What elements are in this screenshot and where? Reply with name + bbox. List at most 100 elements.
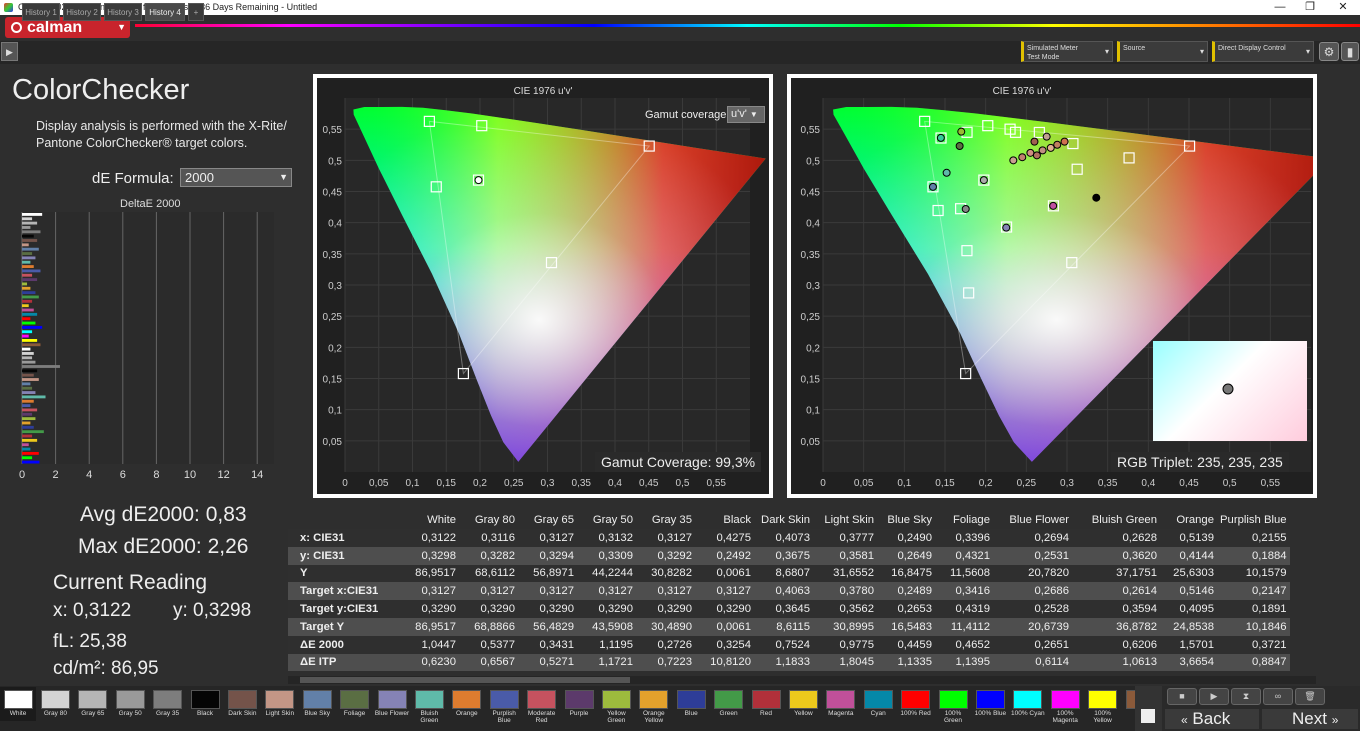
tab-history-3[interactable]: History 3: [104, 3, 142, 21]
table-row[interactable]: Target x:CIE31 0,3127 0,3127 0,3127 0,3127 0,…: [288, 582, 1290, 601]
table-cell: 0,7223: [636, 653, 695, 672]
swatch-color: [78, 690, 108, 709]
meter-select[interactable]: Simulated Meter Test Mode ▾: [1021, 41, 1113, 62]
x-tick: 0,2: [979, 478, 993, 489]
de-formula-select[interactable]: 2000 ▼: [180, 168, 292, 187]
table-row[interactable]: Target y:CIE31 0,3290 0,3290 0,3290 0,3290 0,…: [288, 600, 1290, 618]
loop-icon[interactable]: ∞: [1263, 688, 1293, 705]
swatch-gray-35[interactable]: Gray 35: [150, 687, 186, 721]
table-row[interactable]: x: CIE31 0,3122 0,3116 0,3127 0,3132 0,3127 0,…: [288, 529, 1290, 547]
swatch-label: 100% Red: [900, 710, 931, 717]
swatch-label: 100% Magenta: [1052, 710, 1078, 724]
swatch-blue-sky[interactable]: Blue Sky: [299, 687, 335, 721]
swatch-foliage[interactable]: Foliage: [337, 687, 373, 721]
swatch-red[interactable]: Red: [748, 687, 784, 721]
rgb-triplet-inset: [1153, 341, 1307, 441]
measured-point: [1053, 140, 1062, 149]
swatch-purplish-blue[interactable]: Purplish Blue: [486, 687, 522, 724]
swatch-bluish-green[interactable]: Bluish Green: [411, 687, 447, 724]
deltae-bar: [22, 260, 31, 264]
cie-title-right: CIE 1976 u'v': [992, 86, 1052, 97]
swatch-100-yellow[interactable]: 100% Yellow: [1085, 687, 1121, 724]
delete-icon[interactable]: 🗑: [1295, 688, 1325, 705]
table-cell: 10,8120: [695, 653, 754, 672]
swatch-moderate-red[interactable]: Moderate Red: [524, 687, 560, 724]
play-icon[interactable]: ▶: [1, 42, 18, 61]
swatch-100-red[interactable]: 100% Red: [898, 687, 934, 721]
swatch-blue[interactable]: Blue: [673, 687, 709, 721]
swatch-color: [115, 690, 145, 709]
deltae-bar: [22, 343, 41, 347]
stop-button-icon[interactable]: ■: [1167, 688, 1197, 705]
swatch-orange-yellow[interactable]: Orange Yellow: [636, 687, 672, 724]
table-scrollbar[interactable]: [288, 676, 1316, 684]
swatch-label: Black: [197, 710, 213, 717]
source-select[interactable]: Source ▾: [1117, 41, 1208, 62]
back-button[interactable]: « Back: [1165, 709, 1259, 729]
swatch-orange[interactable]: Orange: [449, 687, 485, 721]
table-row[interactable]: ΔE 2000 1,0447 0,5377 0,3431 1,1195 0,2726 0,3…: [288, 635, 1290, 654]
swatch-green[interactable]: Green: [711, 687, 747, 721]
swatch-color: [564, 690, 594, 709]
swatch-100-cyan[interactable]: 100% Cyan: [1010, 687, 1046, 721]
swatch-100-magenta[interactable]: 100% Magenta: [1047, 687, 1083, 724]
stop-icon[interactable]: [1138, 706, 1158, 726]
x-tick: 0,35: [1098, 478, 1118, 489]
y-tick: 0,15: [801, 375, 821, 386]
swatch-dark-skin[interactable]: Dark Skin: [224, 687, 260, 721]
add-tab-button[interactable]: +: [188, 3, 204, 21]
swatch-color: [1013, 690, 1043, 709]
swatch-purple[interactable]: Purple: [561, 687, 597, 721]
deltae-bar: [22, 347, 31, 351]
swatch-black[interactable]: Black: [187, 687, 223, 721]
swatch-gray-65[interactable]: Gray 65: [75, 687, 111, 721]
swatch-gray-80[interactable]: Gray 80: [37, 687, 73, 721]
y-tick: 0,5: [328, 156, 342, 167]
cie-title-left: CIE 1976 u'v': [513, 86, 573, 97]
swatch-white[interactable]: White: [0, 687, 36, 721]
gamut-coverage-select[interactable]: u'v' ▼: [727, 106, 765, 123]
swatch-color: [826, 690, 856, 709]
deltae-bar: [22, 226, 31, 229]
table-cell: 1,1833: [754, 653, 813, 672]
tab-history-1[interactable]: History 1: [22, 3, 60, 21]
capture-icon[interactable]: ⧗: [1231, 688, 1261, 705]
swatch-yellow-green[interactable]: Yellow Green: [598, 687, 634, 724]
table-row[interactable]: y: CIE31 0,3298 0,3282 0,3294 0,3309 0,3292 0,…: [288, 546, 1290, 565]
table-cell: 0,3127: [518, 582, 577, 601]
swatch-blue-flower[interactable]: Blue Flower: [374, 687, 410, 721]
swatch-label: 100% Cyan: [1010, 710, 1045, 717]
swatch-100-green[interactable]: 100% Green: [935, 687, 971, 724]
minimize-button[interactable]: —: [1265, 0, 1295, 15]
deltae-bar: [22, 434, 33, 438]
row-label: y: CIE31: [288, 546, 400, 565]
gear-icon[interactable]: ⚙: [1319, 42, 1339, 61]
gamut-coverage-readout: Gamut Coverage: 99,3%: [595, 452, 762, 472]
reading-cdm: cd/m²: 86,95: [53, 658, 159, 679]
maximize-button[interactable]: ❐: [1295, 0, 1325, 15]
deltae-bar: [22, 408, 38, 412]
ddc-select[interactable]: Direct Display Control ▾: [1212, 41, 1314, 62]
next-button[interactable]: Next »: [1262, 709, 1358, 729]
scrollbar-thumb[interactable]: [300, 677, 630, 683]
close-button[interactable]: ✕: [1328, 0, 1358, 15]
play-button-icon[interactable]: ▶: [1199, 688, 1229, 705]
chevron-down-icon: ▾: [1305, 47, 1310, 56]
swatch-magenta[interactable]: Magenta: [823, 687, 859, 721]
table-cell: 0,3292: [636, 546, 695, 565]
expand-icon[interactable]: ▮: [1341, 42, 1359, 61]
swatch-label: Purplish Blue: [492, 710, 516, 724]
swatch-100-blue[interactable]: 100% Blue: [972, 687, 1008, 721]
tab-history-4[interactable]: History 4: [145, 3, 185, 21]
swatch-label: Green: [719, 710, 738, 717]
swatch-cyan[interactable]: Cyan: [860, 687, 896, 721]
table-cell: 0,2492: [695, 546, 754, 565]
tab-history-2[interactable]: History 2: [63, 3, 101, 21]
swatch-light-skin[interactable]: Light Skin: [262, 687, 298, 721]
table-row[interactable]: Target Y 86,9517 68,8866 56,4829 43,5908 30,4…: [288, 617, 1290, 636]
table-row[interactable]: ΔE ITP 0,6230 0,6567 0,5271 1,1721 0,7223 10,8…: [288, 653, 1290, 672]
swatch-gray-50[interactable]: Gray 50: [112, 687, 148, 721]
deltae-bar: [22, 308, 34, 312]
table-row[interactable]: Y 86,9517 68,6112 56,8971 44,2244 30,8282 0,00…: [288, 564, 1290, 583]
swatch-yellow[interactable]: Yellow: [785, 687, 821, 721]
